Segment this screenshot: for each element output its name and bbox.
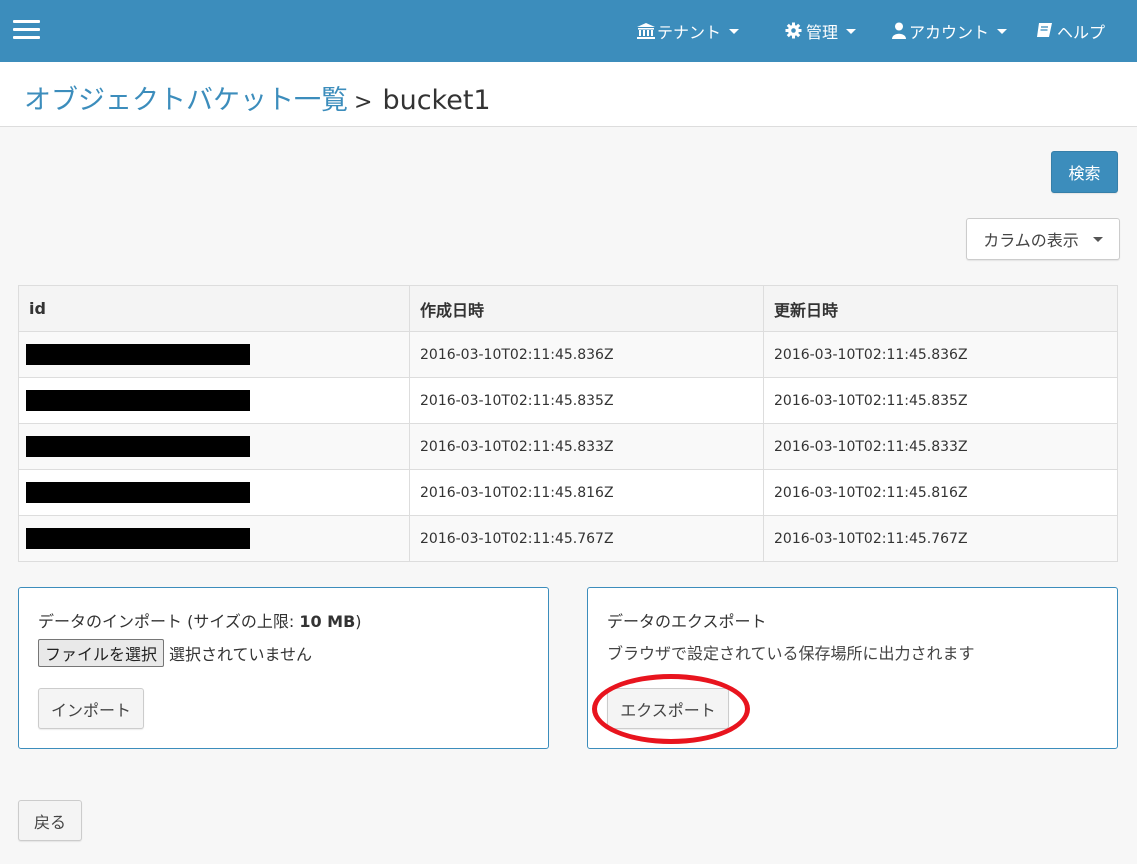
cell-created: 2016-03-10T02:11:45.836Z [409,331,764,378]
redacted-block [26,528,250,549]
table-row[interactable]: 2016-03-10T02:11:45.833Z 2016-03-10T02:1… [18,423,1118,470]
nav-help-label: ヘルプ [1057,23,1106,42]
caret-down-icon [1092,236,1103,242]
redacted-block [26,390,250,411]
caret-down-icon [729,28,740,34]
column-visibility-dropdown[interactable]: カラムの表示 [966,218,1120,260]
search-button-label: 検索 [1068,164,1101,183]
cell-updated: 2016-03-10T02:11:45.835Z [763,377,1118,424]
cell-created: 2016-03-10T02:11:45.767Z [409,515,764,562]
cell-created: 2016-03-10T02:11:45.835Z [409,377,764,424]
objects-table: id 作成日時 更新日時 2016-03-10T02:11:45.836Z 20… [18,285,1118,562]
user-icon [892,22,906,40]
import-title-close: ) [355,612,362,631]
back-button-label: 戻る [33,812,66,832]
export-panel-title: データのエクスポート [607,612,767,631]
hamburger-menu-icon[interactable] [13,20,40,40]
redacted-block [26,482,250,503]
search-button[interactable]: 検索 [1051,151,1118,193]
cell-updated: 2016-03-10T02:11:45.833Z [763,423,1118,470]
cell-id [18,331,410,378]
caret-down-icon [846,28,857,34]
cell-updated: 2016-03-10T02:11:45.836Z [763,331,1118,378]
table-row[interactable]: 2016-03-10T02:11:45.835Z 2016-03-10T02:1… [18,377,1118,424]
nav-account-dropdown[interactable]: アカウント [892,19,1008,43]
table-header-row: id 作成日時 更新日時 [18,285,1118,332]
export-button[interactable]: エクスポート [607,688,729,729]
export-panel-description: ブラウザで設定されている保存場所に出力されます [607,644,975,663]
table-row[interactable]: 2016-03-10T02:11:45.767Z 2016-03-10T02:1… [18,515,1118,562]
cell-created: 2016-03-10T02:11:45.816Z [409,469,764,516]
book-icon [1036,22,1054,40]
cell-id [18,423,410,470]
nav-tenant-dropdown[interactable]: テナント [636,19,740,43]
gear-icon [785,22,803,40]
export-button-label: エクスポート [620,700,716,720]
nav-admin-label: 管理 [806,23,839,42]
breadcrumb-bucket-list-link[interactable]: オブジェクトバケット一覧 [24,85,348,116]
back-button[interactable]: 戻る [18,800,82,841]
bank-icon [636,22,655,40]
export-panel: データのエクスポート ブラウザで設定されている保存場所に出力されます エクスポー… [587,587,1118,749]
breadcrumb-separator: > [354,90,373,115]
nav-admin-dropdown[interactable]: 管理 [785,19,857,43]
choose-file-button[interactable]: ファイルを選択 [38,639,165,667]
import-size-limit: 10 MB [299,612,356,631]
cell-id [18,469,410,516]
column-visibility-label: カラムの表示 [983,231,1079,250]
breadcrumb: オブジェクトバケット一覧 > bucket1 [24,78,491,117]
top-navbar: テナント 管理 アカウント ヘルプ [0,0,1137,62]
import-panel-title: データのインポート (サイズの上限: 10 MB) [38,608,362,632]
redacted-block [26,436,250,457]
cell-id [18,515,410,562]
cell-id [18,377,410,424]
cell-updated: 2016-03-10T02:11:45.816Z [763,469,1118,516]
file-status-text: 選択されていません [169,645,313,664]
import-title-text: データのインポート (サイズの上限: [38,612,300,631]
table-row[interactable]: 2016-03-10T02:11:45.816Z 2016-03-10T02:1… [18,469,1118,516]
import-panel: データのインポート (サイズの上限: 10 MB) ファイルを選択 選択されてい… [18,587,549,749]
nav-help-link[interactable]: ヘルプ [1036,19,1105,43]
cell-updated: 2016-03-10T02:11:45.767Z [763,515,1118,562]
breadcrumb-current: bucket1 [382,85,491,116]
cell-created: 2016-03-10T02:11:45.833Z [409,423,764,470]
column-header-id[interactable]: id [18,285,410,332]
caret-down-icon [997,28,1008,34]
column-header-updated[interactable]: 更新日時 [763,285,1118,332]
import-button[interactable]: インポート [38,688,144,729]
nav-tenant-label: テナント [657,23,722,42]
file-input-row: ファイルを選択 選択されていません [38,639,312,667]
column-header-created[interactable]: 作成日時 [409,285,764,332]
page-header: オブジェクトバケット一覧 > bucket1 [0,62,1137,127]
nav-account-label: アカウント [909,23,990,42]
table-row[interactable]: 2016-03-10T02:11:45.836Z 2016-03-10T02:1… [18,331,1118,378]
redacted-block [26,344,250,365]
import-button-label: インポート [50,700,131,720]
